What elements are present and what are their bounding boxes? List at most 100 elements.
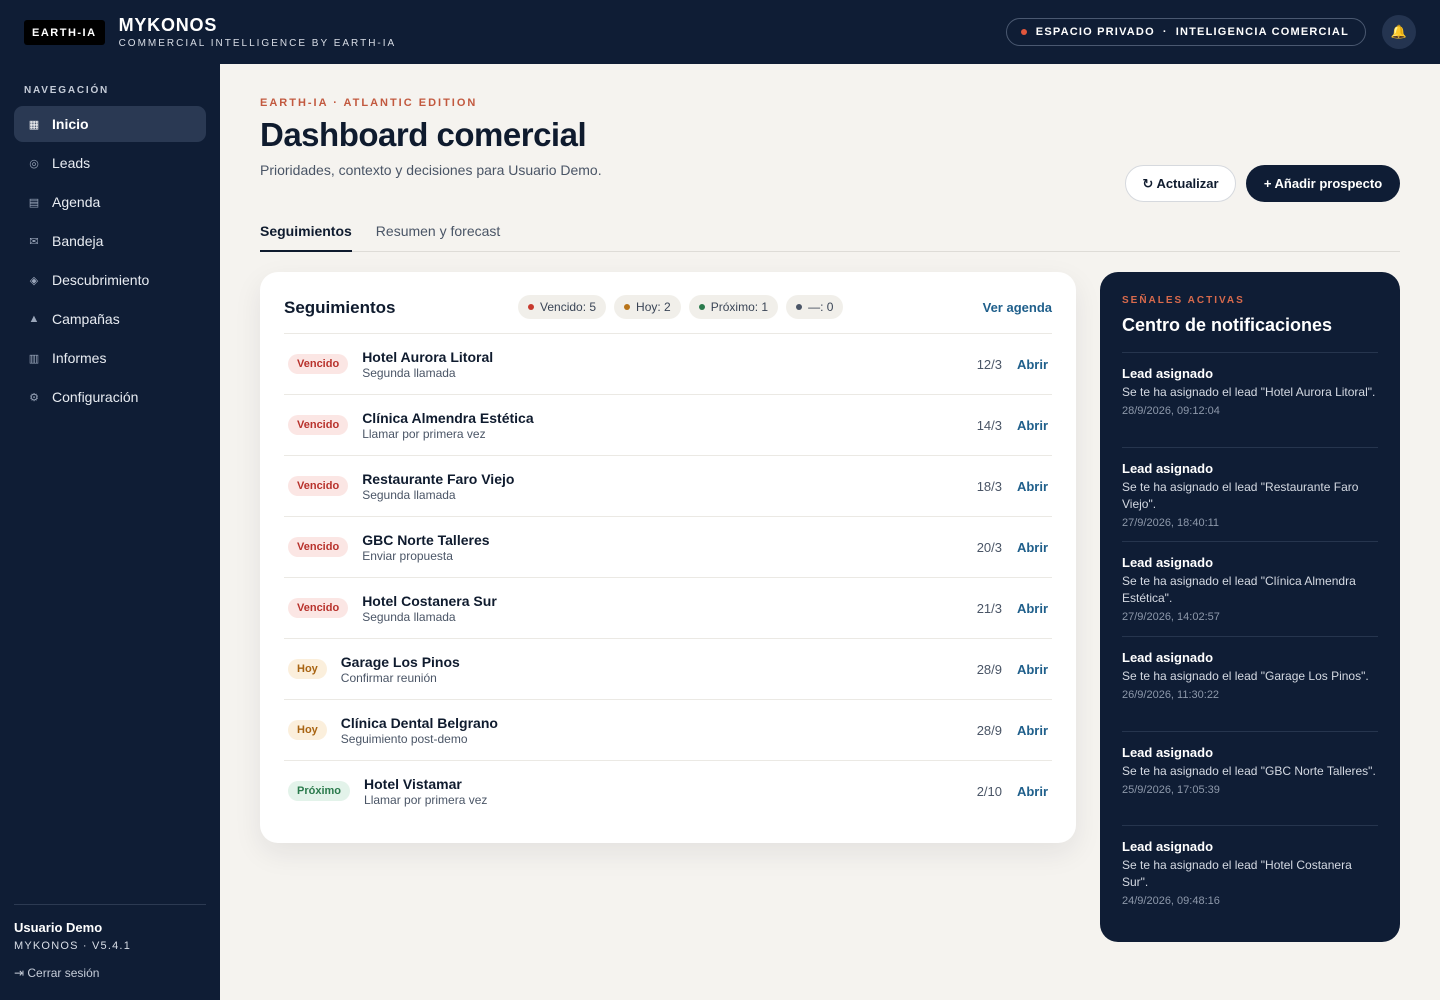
- open-button[interactable]: Abrir: [1002, 357, 1052, 372]
- followup-text: GBC Norte Talleres Enviar propuesta: [362, 532, 489, 563]
- followup-date: 21/3: [976, 600, 1002, 616]
- followup-date: 28/9: [976, 661, 1002, 677]
- lead-name: Clínica Dental Belgrano: [340, 714, 498, 731]
- followup-row[interactable]: Vencido GBC Norte Talleres Enviar propuest…: [284, 516, 1052, 577]
- status-dot-icon: [528, 304, 534, 310]
- workspace-separator: ·: [1162, 26, 1168, 38]
- lead-name: GBC Norte Talleres: [362, 531, 490, 548]
- open-button[interactable]: Abrir: [1002, 540, 1052, 555]
- followup-task: Segunda llamada: [362, 487, 456, 502]
- notifications-eyebrow: SEÑALES ACTIVAS: [1122, 295, 1245, 306]
- sidebar: NAVEGACIÓN ▦ Inicio ◎ Leads ▤ Agenda ✉ Bandeja ◈…: [0, 64, 220, 1000]
- notifications-panel: SEÑALES ACTIVAS Centro de notificaciones…: [1100, 272, 1400, 942]
- sidebar-item-inicio[interactable]: ▦ Inicio: [14, 106, 206, 142]
- open-button[interactable]: Abrir: [1002, 784, 1052, 799]
- campanas-icon: ▲: [28, 313, 40, 325]
- brand-title: MYKONOS: [118, 15, 218, 35]
- earth-ia-logo[interactable]: EARTH-IA: [24, 19, 105, 45]
- top-bar: EARTH-IA MYKONOS COMMERCIAL INTELLIGENCE…: [0, 0, 1440, 64]
- followup-row[interactable]: Vencido Restaurante Faro Viejo Segunda lla…: [284, 455, 1052, 516]
- status-chip[interactable]: Vencido: 5: [518, 295, 607, 319]
- followups-card: Seguimientos Vencido: 5 Hoy: 2 Próximo: 1 —…: [260, 272, 1076, 843]
- followup-row[interactable]: Hoy Clínica Dental Belgrano Seguimiento po…: [284, 699, 1052, 760]
- followup-task: Llamar por primera vez: [362, 426, 486, 441]
- status-dot-icon: [624, 304, 631, 310]
- status-badge: Hoy: [288, 720, 327, 740]
- sidebar-item-label: Informes: [52, 350, 107, 366]
- open-button[interactable]: Abrir: [1002, 418, 1052, 433]
- tab-bar: Seguimientos Resumen y forecast: [260, 220, 1400, 252]
- followup-text: Hotel Costanera Sur Segunda llamada: [362, 593, 497, 624]
- followup-date: 20/3: [976, 539, 1002, 555]
- sidebar-item-descubrimiento[interactable]: ◈ Descubrimiento: [14, 262, 206, 298]
- nav-list: ▦ Inicio ◎ Leads ▤ Agenda ✉ Bandeja ◈ Descubrimie…: [14, 106, 206, 418]
- notification-item[interactable]: Lead asignado Se te ha asignado el lead "…: [1122, 636, 1378, 731]
- followup-row[interactable]: Próximo Hotel Vistamar Llamar por primera …: [284, 760, 1052, 821]
- refresh-button[interactable]: ↻ Actualizar: [1125, 165, 1236, 202]
- notification-item[interactable]: Lead asignado Se te ha asignado el lead "…: [1122, 446, 1378, 542]
- notification-timestamp: 27/9/2026, 18:40:11: [1122, 516, 1220, 529]
- view-agenda-link[interactable]: Ver agenda: [983, 300, 1052, 315]
- configuracion-icon: ⚙: [29, 391, 39, 404]
- open-button[interactable]: Abrir: [1002, 662, 1052, 677]
- followup-text: Garage Los Pinos Confirmar reunión: [341, 654, 460, 685]
- lead-name: Hotel Aurora Litoral: [362, 348, 494, 365]
- tab-seguimientos[interactable]: Seguimientos: [260, 220, 352, 252]
- inicio-icon: ▦: [28, 118, 40, 131]
- informes-icon: ▥: [28, 352, 40, 365]
- followup-task: Seguimiento post-demo: [340, 731, 468, 746]
- status-dot-icon: [796, 304, 803, 310]
- followup-row[interactable]: Vencido Hotel Costanera Sur Segunda llamad…: [284, 577, 1052, 638]
- workspace-pill[interactable]: ESPACIO PRIVADO · INTELIGENCIA COMERCIAL: [1005, 18, 1366, 46]
- open-button[interactable]: Abrir: [1002, 723, 1052, 738]
- notification-body: Se te ha asignado el lead "Hotel Costane…: [1122, 858, 1352, 890]
- sidebar-item-campanas[interactable]: ▲ Campañas: [14, 301, 206, 337]
- followup-row[interactable]: Vencido Clínica Almendra Estética Llamar p…: [284, 394, 1052, 455]
- followup-row[interactable]: Hoy Garage Los Pinos Confirmar reunión 28/9…: [284, 638, 1052, 699]
- status-chip[interactable]: Hoy: 2: [614, 295, 681, 319]
- status-badge: Vencido: [288, 476, 349, 496]
- followup-text: Hotel Aurora Litoral Segunda llamada: [362, 349, 493, 380]
- logout-link[interactable]: ⇥ Cerrar sesión: [14, 966, 99, 980]
- main-content: EARTH-IA · ATLANTIC EDITION Dashboard co…: [220, 64, 1440, 1000]
- notification-item[interactable]: Lead asignado Se te ha asignado el lead "…: [1122, 541, 1378, 636]
- sidebar-item-bandeja[interactable]: ✉ Bandeja: [14, 223, 206, 259]
- notification-item[interactable]: Lead asignado Se te ha asignado el lead "…: [1122, 825, 1378, 920]
- followup-text: Clínica Almendra Estética Llamar por prim…: [362, 410, 533, 441]
- workspace-mode: INTELIGENCIA COMERCIAL: [1175, 26, 1349, 38]
- followup-task: Confirmar reunión: [340, 670, 437, 685]
- followup-row[interactable]: Vencido Hotel Aurora Litoral Segunda llama…: [284, 333, 1052, 394]
- followup-task: Enviar propuesta: [362, 548, 453, 563]
- top-right-controls: ESPACIO PRIVADO · INTELIGENCIA COMERCIAL…: [1005, 15, 1416, 49]
- notification-item[interactable]: Lead asignado Se te ha asignado el lead "…: [1122, 352, 1378, 447]
- status-dot-icon: [1020, 29, 1027, 35]
- status-chip-label: Vencido: 5: [540, 300, 597, 314]
- brand-subtitle: COMMERCIAL INTELLIGENCE BY EARTH-IA: [118, 38, 397, 49]
- notification-timestamp: 25/9/2026, 17:05:39: [1122, 783, 1220, 796]
- notification-title: Lead asignado: [1122, 460, 1214, 476]
- status-dot-icon: [698, 304, 705, 310]
- sidebar-item-agenda[interactable]: ▤ Agenda: [14, 184, 206, 220]
- followup-text: Clínica Dental Belgrano Seguimiento post-…: [341, 715, 498, 746]
- followup-date: 14/3: [976, 417, 1002, 433]
- status-chip[interactable]: —: 0: [786, 295, 844, 319]
- open-button[interactable]: Abrir: [1002, 479, 1052, 494]
- sidebar-item-informes[interactable]: ▥ Informes: [14, 340, 206, 376]
- brand: MYKONOS COMMERCIAL INTELLIGENCE BY EARTH…: [119, 15, 397, 49]
- tab-resumen-forecast[interactable]: Resumen y forecast: [376, 220, 501, 252]
- status-chip-label: Próximo: 1: [710, 300, 769, 314]
- followups-list: Vencido Hotel Aurora Litoral Segunda llama…: [284, 333, 1052, 821]
- status-badge: Vencido: [288, 598, 349, 618]
- workspace-label: ESPACIO PRIVADO: [1035, 26, 1155, 38]
- status-chip[interactable]: Próximo: 1: [688, 295, 779, 319]
- sidebar-item-label: Campañas: [52, 311, 120, 327]
- notification-item[interactable]: Lead asignado Se te ha asignado el lead "…: [1122, 730, 1378, 826]
- sidebar-item-configuracion[interactable]: ⚙ Configuración: [14, 379, 206, 415]
- followup-text: Restaurante Faro Viejo Segunda llamada: [362, 471, 514, 502]
- followup-date: 18/3: [976, 478, 1002, 494]
- open-button[interactable]: Abrir: [1002, 601, 1052, 616]
- add-prospect-button[interactable]: + Añadir prospecto: [1246, 165, 1400, 202]
- followup-task: Segunda llamada: [362, 365, 456, 380]
- notifications-bell-icon[interactable]: 🔔: [1382, 15, 1416, 49]
- sidebar-item-leads[interactable]: ◎ Leads: [14, 145, 206, 181]
